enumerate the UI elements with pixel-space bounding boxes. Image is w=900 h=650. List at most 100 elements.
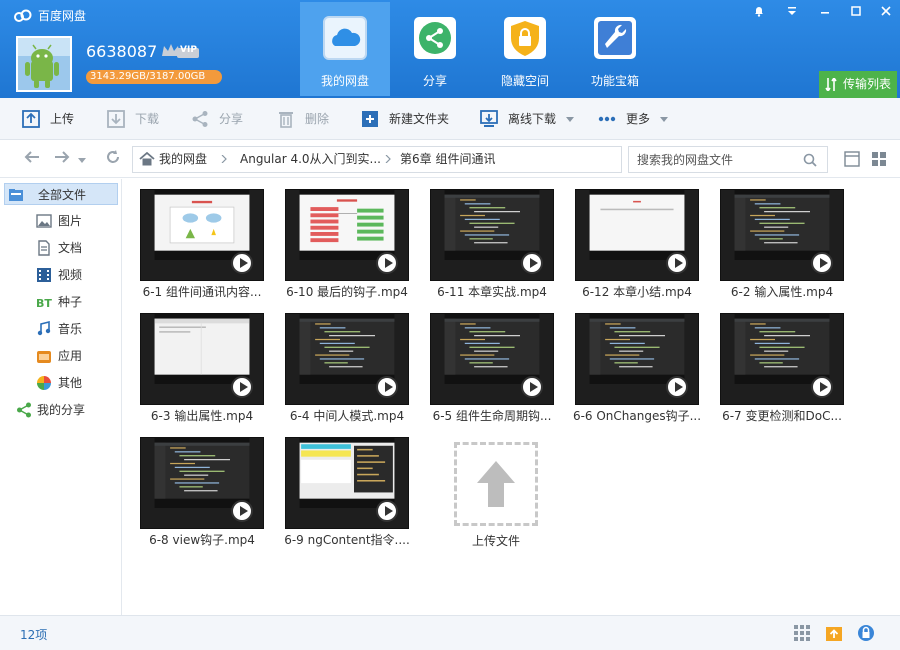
file-name[interactable]: 6-1 组件间通讯内容... (134, 283, 270, 300)
history-dropdown-icon[interactable] (76, 149, 88, 169)
video-thumbnail[interactable] (285, 313, 409, 405)
delete-button[interactable]: 删除 (277, 98, 329, 140)
offline-download-button[interactable]: 离线下载 (480, 98, 575, 140)
close-button[interactable] (874, 0, 898, 22)
play-icon[interactable] (231, 252, 253, 274)
video-thumbnail[interactable] (430, 313, 554, 405)
sidebar-item-videos[interactable]: 视频 (4, 264, 118, 286)
play-icon[interactable] (376, 500, 398, 522)
video-thumbnail[interactable] (430, 189, 554, 281)
video-thumbnail[interactable] (140, 313, 264, 405)
sidebar-item-apps[interactable]: 应用 (4, 345, 118, 367)
vip-badge[interactable]: VIP (160, 42, 200, 60)
back-arrow-icon[interactable] (22, 149, 42, 169)
sidebar-item-other[interactable]: 其他 (4, 372, 118, 394)
tab-my-drive[interactable]: 我的网盘 (300, 2, 390, 96)
video-thumbnail[interactable] (575, 313, 699, 405)
home-icon[interactable] (139, 152, 155, 166)
file-tile[interactable]: 6-12 本章小结.mp4 (573, 179, 701, 299)
file-tile[interactable]: 6-2 输入属性.mp4 (718, 179, 846, 299)
play-icon[interactable] (811, 252, 833, 274)
sidebar-item-all-files[interactable]: 全部文件 (4, 183, 118, 205)
upload-file-tile[interactable] (454, 442, 538, 526)
play-icon[interactable] (811, 376, 833, 398)
grid-view-icon[interactable] (871, 151, 887, 167)
transfer-list-button[interactable]: 传输列表 (819, 71, 897, 98)
file-name[interactable]: 6-4 中间人模式.mp4 (279, 407, 415, 424)
breadcrumb-item-chapter[interactable]: 第6章 组件间通讯 (400, 147, 495, 172)
file-tile[interactable]: 6-3 输出属性.mp4 (138, 303, 266, 423)
download-button[interactable]: 下载 (107, 98, 159, 140)
sidebar-item-documents[interactable]: 文档 (4, 237, 118, 259)
upload-status-icon[interactable] (825, 624, 843, 642)
file-name[interactable]: 6-12 本章小结.mp4 (569, 283, 705, 300)
file-name[interactable]: 6-8 view钩子.mp4 (134, 531, 270, 548)
file-name[interactable]: 6-11 本章实战.mp4 (424, 283, 560, 300)
tab-hidden-space[interactable]: 隐藏空间 (480, 2, 570, 96)
notification-bell-icon[interactable] (747, 0, 771, 22)
minimize-button[interactable] (813, 0, 837, 22)
play-icon[interactable] (666, 376, 688, 398)
file-name[interactable]: 6-7 变更检测和DoC... (714, 407, 850, 424)
file-name[interactable]: 6-2 输入属性.mp4 (714, 283, 850, 300)
refresh-icon[interactable] (103, 149, 123, 169)
file-tile[interactable]: 6-11 本章实战.mp4 (428, 179, 556, 299)
search-icon[interactable] (803, 153, 817, 167)
file-tile[interactable]: 6-9 ngContent指令.... (283, 427, 411, 547)
file-tile[interactable]: 6-1 组件间通讯内容... (138, 179, 266, 299)
play-icon[interactable] (376, 252, 398, 274)
file-name[interactable]: 6-6 OnChanges钩子... (569, 407, 705, 424)
new-folder-button[interactable]: 新建文件夹 (361, 98, 449, 140)
list-view-icon[interactable] (844, 151, 860, 167)
sidebar-item-music[interactable]: 音乐 (4, 318, 118, 340)
sidebar-item-torrents[interactable]: BT 种子 (4, 291, 118, 313)
safe-lock-icon[interactable] (857, 624, 875, 642)
video-thumbnail[interactable] (720, 313, 844, 405)
share-button[interactable]: 分享 (191, 98, 243, 140)
file-tile[interactable]: 6-4 中间人模式.mp4 (283, 303, 411, 423)
upload-button[interactable]: 上传 (22, 98, 74, 140)
play-icon[interactable] (521, 376, 543, 398)
file-tile[interactable]: 6-6 OnChanges钩子... (573, 303, 701, 423)
file-tile[interactable]: 6-7 变更检测和DoC... (718, 303, 846, 423)
sidebar-item-my-share[interactable]: 我的分享 (4, 399, 118, 421)
file-tile[interactable]: 6-5 组件生命周期钩... (428, 303, 556, 423)
avatar[interactable] (16, 36, 72, 92)
file-name[interactable]: 6-5 组件生命周期钩... (424, 407, 560, 424)
play-icon[interactable] (666, 252, 688, 274)
play-icon[interactable] (231, 500, 253, 522)
file-tile[interactable]: 6-8 view钩子.mp4 (138, 427, 266, 547)
tab-share[interactable]: 分享 (390, 2, 480, 96)
video-thumbnail[interactable] (140, 189, 264, 281)
play-icon[interactable] (231, 376, 253, 398)
forward-arrow-icon[interactable] (52, 149, 72, 169)
play-icon[interactable] (521, 252, 543, 274)
thumbnail-image (299, 314, 395, 384)
video-thumbnail[interactable] (575, 189, 699, 281)
sidebar-item-label: 全部文件 (38, 188, 87, 202)
thumbnail-image (734, 314, 830, 384)
breadcrumb-item-course[interactable]: Angular 4.0从入门到实... (240, 147, 381, 172)
video-thumbnail[interactable] (285, 189, 409, 281)
video-thumbnail[interactable] (140, 437, 264, 529)
upload-label: 上传 (50, 112, 75, 126)
more-button[interactable]: 更多 (598, 98, 669, 140)
apps-grid-icon[interactable] (793, 624, 811, 642)
file-name[interactable]: 6-10 最后的钩子.mp4 (279, 283, 415, 300)
tab-toolbox[interactable]: 功能宝箱 (570, 2, 660, 96)
menu-dropdown-icon[interactable] (780, 0, 804, 22)
file-tile[interactable]: 6-10 最后的钩子.mp4 (283, 179, 411, 299)
android-avatar-icon (18, 38, 70, 90)
play-icon[interactable] (376, 376, 398, 398)
thumbnail-image (299, 190, 395, 260)
storage-quota: 3143.29GB/3187.00GB (86, 70, 222, 84)
file-name[interactable]: 6-9 ngContent指令.... (279, 531, 415, 548)
sidebar-item-images[interactable]: 图片 (4, 210, 118, 232)
video-thumbnail[interactable] (720, 189, 844, 281)
thumbnail-image (589, 190, 685, 260)
search-input[interactable] (629, 147, 799, 172)
maximize-button[interactable] (844, 0, 868, 22)
video-thumbnail[interactable] (285, 437, 409, 529)
file-name[interactable]: 6-3 输出属性.mp4 (134, 407, 270, 424)
breadcrumb-item-root[interactable]: 我的网盘 (159, 147, 207, 172)
